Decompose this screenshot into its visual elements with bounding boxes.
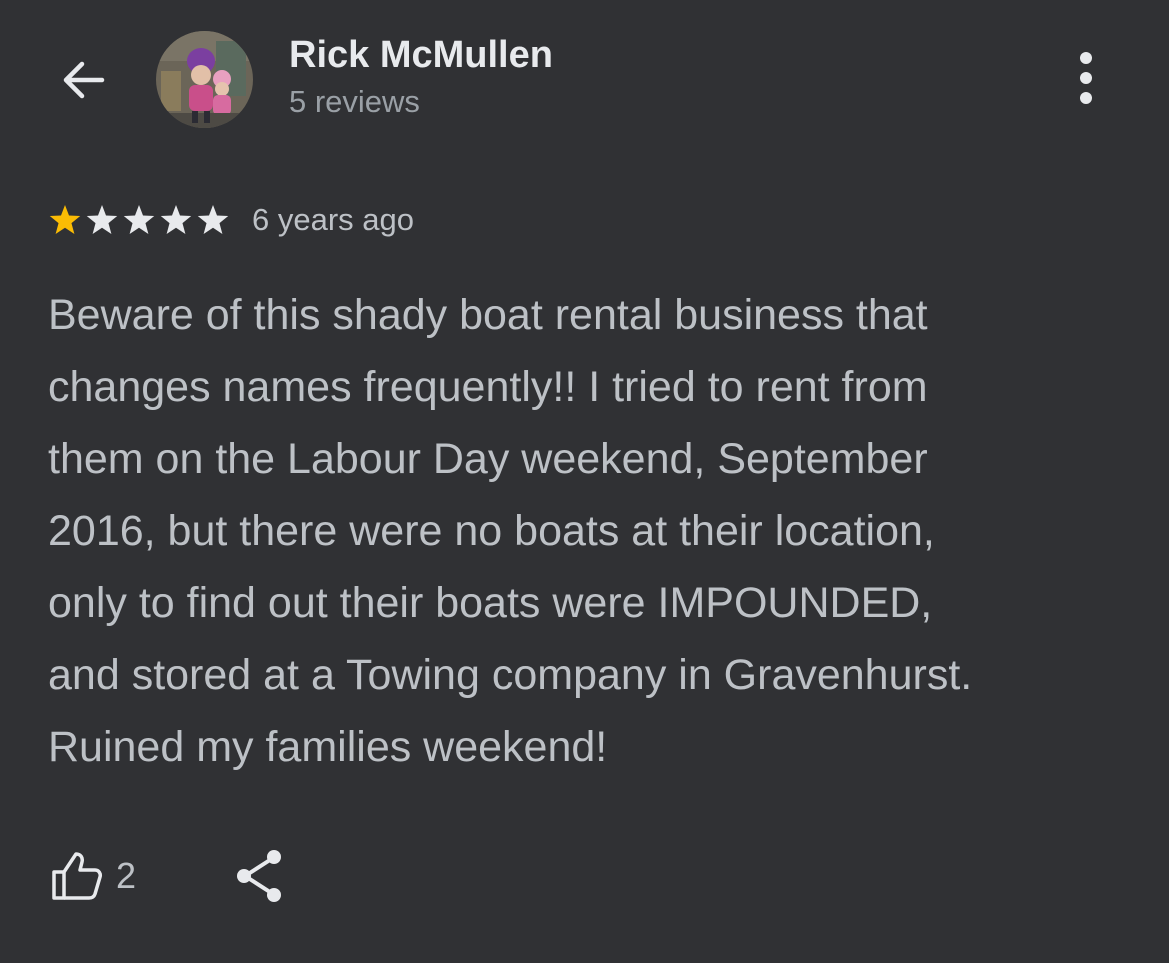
thumbs-up-icon <box>52 852 102 900</box>
back-button[interactable] <box>52 48 116 112</box>
more-options-button[interactable] <box>1062 48 1110 108</box>
star-empty-icon <box>123 205 155 234</box>
share-button[interactable] <box>234 848 286 904</box>
rating-row: 6 years ago <box>48 198 414 242</box>
more-vertical-icon-dot <box>1080 72 1092 84</box>
review-count[interactable]: 5 reviews <box>289 84 420 120</box>
avatar-photo <box>156 31 253 128</box>
like-button[interactable]: 2 <box>48 848 136 904</box>
more-vertical-icon-dot <box>1080 52 1092 64</box>
share-icon <box>237 850 282 902</box>
star-filled-icon <box>49 205 81 234</box>
star-empty-icon <box>197 205 229 234</box>
more-vertical-icon-dot <box>1080 92 1092 104</box>
star-rating <box>48 203 233 237</box>
arrow-left-icon <box>63 61 105 99</box>
star-empty-icon <box>86 205 118 234</box>
like-count: 2 <box>116 855 137 896</box>
reviewer-name[interactable]: Rick McMullen <box>289 34 553 77</box>
star-empty-icon <box>160 205 192 234</box>
review-text: Beware of this shady boat rental busines… <box>48 291 973 771</box>
review-detail-page: Rick McMullen 5 reviews 6 years ago Bewa… <box>0 0 1169 963</box>
review-actions: 2 <box>48 844 286 908</box>
review-time: 6 years ago <box>252 202 414 237</box>
avatar[interactable] <box>156 31 253 128</box>
